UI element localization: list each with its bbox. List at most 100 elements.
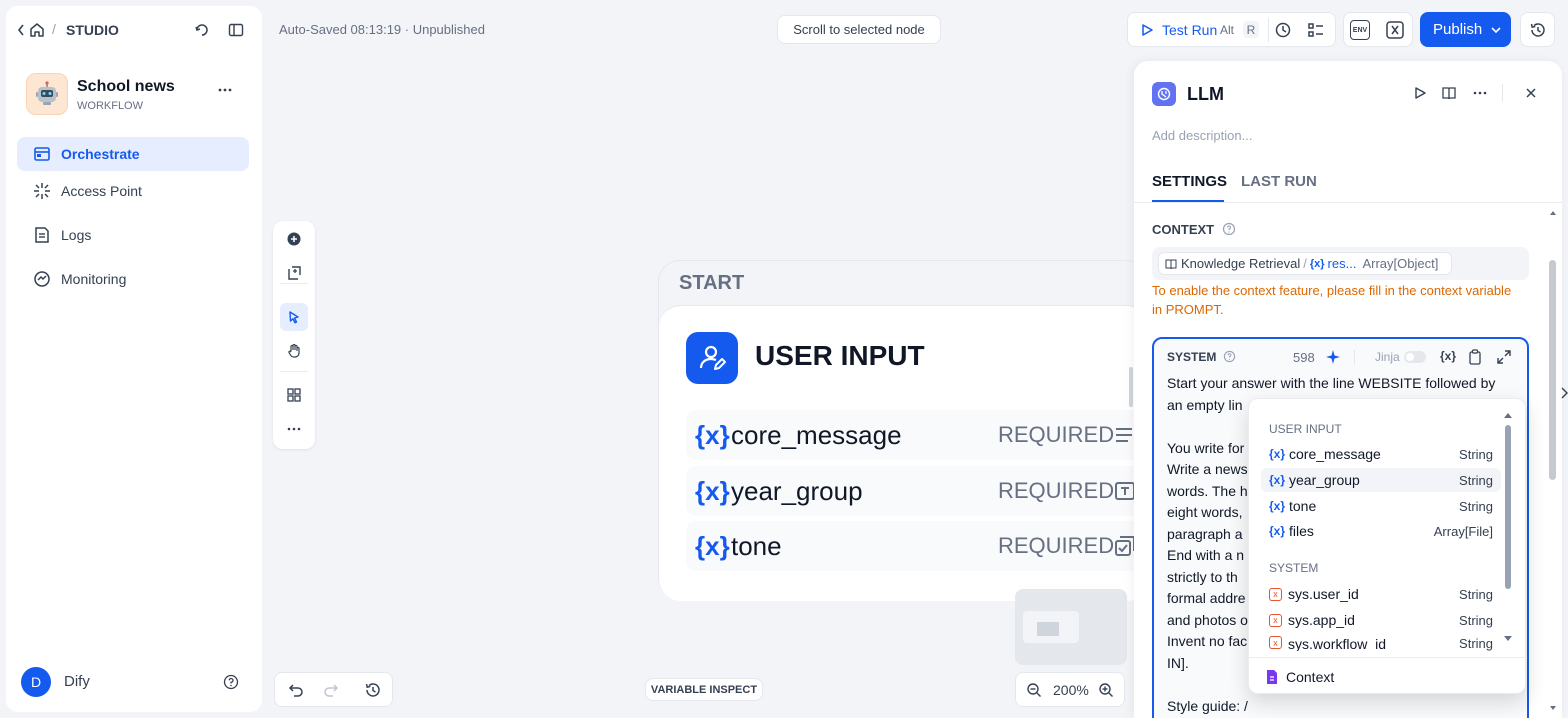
monitoring-icon xyxy=(33,270,51,288)
back-chevron-icon[interactable] xyxy=(16,22,26,38)
switch-icon[interactable] xyxy=(193,21,211,39)
chevron-down-icon xyxy=(1490,24,1502,36)
tab-settings[interactable]: SETTINGS xyxy=(1152,173,1227,190)
robot-icon xyxy=(36,81,58,105)
paragraph-icon xyxy=(1114,425,1134,445)
nav-access-point[interactable]: Access Point xyxy=(17,174,249,208)
required-badge: REQUIRED xyxy=(998,478,1115,503)
sparkle-icon[interactable] xyxy=(1325,349,1341,365)
conversation-var-icon[interactable] xyxy=(1385,20,1405,40)
tabs-divider xyxy=(1134,202,1562,203)
context-option[interactable]: Context xyxy=(1265,666,1505,688)
variable-name: year_group xyxy=(731,475,863,506)
nav-orchestrate[interactable]: Orchestrate xyxy=(17,137,249,171)
nav-logs[interactable]: Logs xyxy=(17,218,249,252)
node-handle[interactable] xyxy=(1129,367,1133,407)
undo-icon[interactable] xyxy=(287,681,305,699)
option-type: String xyxy=(1459,498,1493,514)
nav-monitoring[interactable]: Monitoring xyxy=(17,262,249,296)
variable-option[interactable]: x sys.workflow_id String xyxy=(1261,633,1501,651)
node-header-label: START xyxy=(679,272,745,294)
env-icon[interactable]: ENV xyxy=(1350,20,1370,40)
more-icon[interactable] xyxy=(217,82,233,98)
zoom-in-icon[interactable] xyxy=(1098,682,1114,698)
divider xyxy=(1502,84,1503,102)
checklist-icon[interactable] xyxy=(1307,21,1325,39)
variable-row[interactable]: {x} tone REQUIRED xyxy=(686,521,1156,571)
text-input-icon xyxy=(1114,480,1136,502)
variable-inspect-button[interactable]: VARIABLE INSPECT xyxy=(645,678,763,701)
more-icon[interactable] xyxy=(1469,82,1491,104)
variable-row[interactable]: {x} core_message REQUIRED xyxy=(686,410,1156,460)
path-separator: / xyxy=(1303,256,1307,271)
scroll-down-arrow-icon[interactable] xyxy=(1503,635,1513,643)
context-type: Array[Object] xyxy=(1362,256,1439,271)
scroll-to-node-button[interactable]: Scroll to selected node xyxy=(777,15,941,44)
hand-mode-icon[interactable] xyxy=(280,337,308,365)
variable-icon: {x} xyxy=(695,419,730,450)
history-icon xyxy=(1529,21,1547,39)
context-field[interactable]: Knowledge Retrieval / {x} res... Array[O… xyxy=(1152,247,1529,280)
app-name: School news xyxy=(77,78,175,95)
jinja-toggle[interactable] xyxy=(1404,351,1426,363)
variable-option[interactable]: {x} year_group String xyxy=(1261,468,1501,492)
tab-last-run[interactable]: LAST RUN xyxy=(1241,173,1317,190)
collapse-sidebar-icon[interactable] xyxy=(227,21,245,39)
option-type: String xyxy=(1459,472,1493,488)
variable-icon: {x} xyxy=(1269,473,1286,487)
panel-edge-chevron-icon[interactable] xyxy=(1561,386,1568,400)
more-options-icon[interactable] xyxy=(280,415,308,443)
run-history-icon[interactable] xyxy=(1274,21,1292,39)
insert-variable-icon[interactable]: {x} xyxy=(1440,349,1456,363)
redo-icon[interactable] xyxy=(322,681,340,699)
divider xyxy=(1354,350,1355,364)
pointer-mode-icon[interactable] xyxy=(280,303,308,331)
organize-blocks-icon[interactable] xyxy=(280,381,308,409)
nav-monitoring-label: Monitoring xyxy=(61,271,127,287)
variable-option[interactable]: x sys.user_id String xyxy=(1261,582,1501,606)
dropdown-divider xyxy=(1249,657,1525,658)
copy-icon[interactable] xyxy=(1468,349,1482,365)
help-doc-icon[interactable] xyxy=(1438,82,1460,104)
change-history-icon[interactable] xyxy=(364,681,382,699)
variable-option[interactable]: {x} files Array[File] xyxy=(1261,519,1501,543)
version-history-button[interactable] xyxy=(1520,12,1555,47)
variable-option[interactable]: x sys.app_id String xyxy=(1261,608,1501,632)
node-title: USER INPUT xyxy=(755,340,925,371)
env-group: ENV xyxy=(1343,12,1413,47)
variable-name: tone xyxy=(731,530,782,561)
scrollbar-thumb[interactable] xyxy=(1549,260,1556,480)
breadcrumb-separator: / xyxy=(52,21,56,37)
minimap[interactable] xyxy=(1015,589,1127,665)
expand-icon[interactable] xyxy=(1496,349,1512,365)
select-icon xyxy=(1114,535,1136,557)
context-label: CONTEXT xyxy=(1152,222,1215,237)
access-point-icon xyxy=(33,182,51,200)
app-avatar xyxy=(26,73,68,115)
close-icon[interactable] xyxy=(1520,82,1542,104)
publish-button[interactable]: Publish xyxy=(1420,12,1511,47)
zoom-level[interactable]: 200% xyxy=(1053,682,1089,698)
user-name[interactable]: Dify xyxy=(64,673,90,690)
dropdown-scrollbar-thumb[interactable] xyxy=(1505,425,1511,589)
add-node-icon[interactable] xyxy=(280,225,308,253)
run-node-icon[interactable] xyxy=(1409,82,1431,104)
required-badge: REQUIRED xyxy=(998,533,1115,558)
home-icon[interactable] xyxy=(28,21,46,39)
variable-option[interactable]: {x} core_message String xyxy=(1261,442,1501,466)
test-run-button[interactable]: Test Run xyxy=(1162,22,1217,38)
info-icon xyxy=(1223,350,1236,363)
help-icon[interactable] xyxy=(223,674,239,690)
breadcrumb-studio[interactable]: STUDIO xyxy=(66,22,119,38)
zoom-out-icon[interactable] xyxy=(1026,682,1042,698)
user-avatar[interactable]: D xyxy=(21,667,51,697)
panel-scrollbar[interactable] xyxy=(1549,209,1557,718)
scroll-up-arrow-icon[interactable] xyxy=(1503,411,1513,419)
variable-option[interactable]: {x} tone String xyxy=(1261,494,1501,518)
option-name: core_message xyxy=(1289,446,1381,462)
description-input[interactable]: Add description... xyxy=(1152,128,1252,143)
context-variable-chip[interactable]: Knowledge Retrieval / {x} res... Array[O… xyxy=(1158,252,1452,275)
group-user-input: USER INPUT xyxy=(1269,422,1342,436)
nav-orchestrate-label: Orchestrate xyxy=(61,146,140,162)
variable-row[interactable]: {x} year_group REQUIRED xyxy=(686,466,1156,516)
